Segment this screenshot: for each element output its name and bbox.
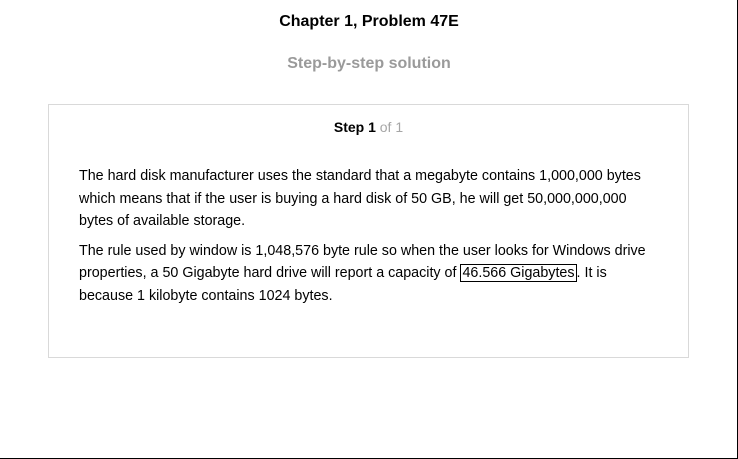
- step-paragraph-1: The hard disk manufacturer uses the stan…: [79, 168, 641, 229]
- step-header: Step 1 of 1: [49, 119, 688, 135]
- highlighted-answer: 46.566 Gigabytes: [460, 264, 577, 282]
- step-count: of 1: [379, 119, 404, 135]
- step-label: Step 1: [333, 119, 376, 135]
- step-body: The hard disk manufacturer uses the stan…: [79, 165, 664, 314]
- solution-subtitle: Step-by-step solution: [287, 55, 451, 72]
- step-card: Step 1 of 1 The hard disk manufacturer u…: [48, 104, 689, 358]
- step-paragraph-2: The rule used by window is 1,048,576 byt…: [79, 240, 664, 308]
- page-title: Chapter 1, Problem 47E: [279, 13, 459, 30]
